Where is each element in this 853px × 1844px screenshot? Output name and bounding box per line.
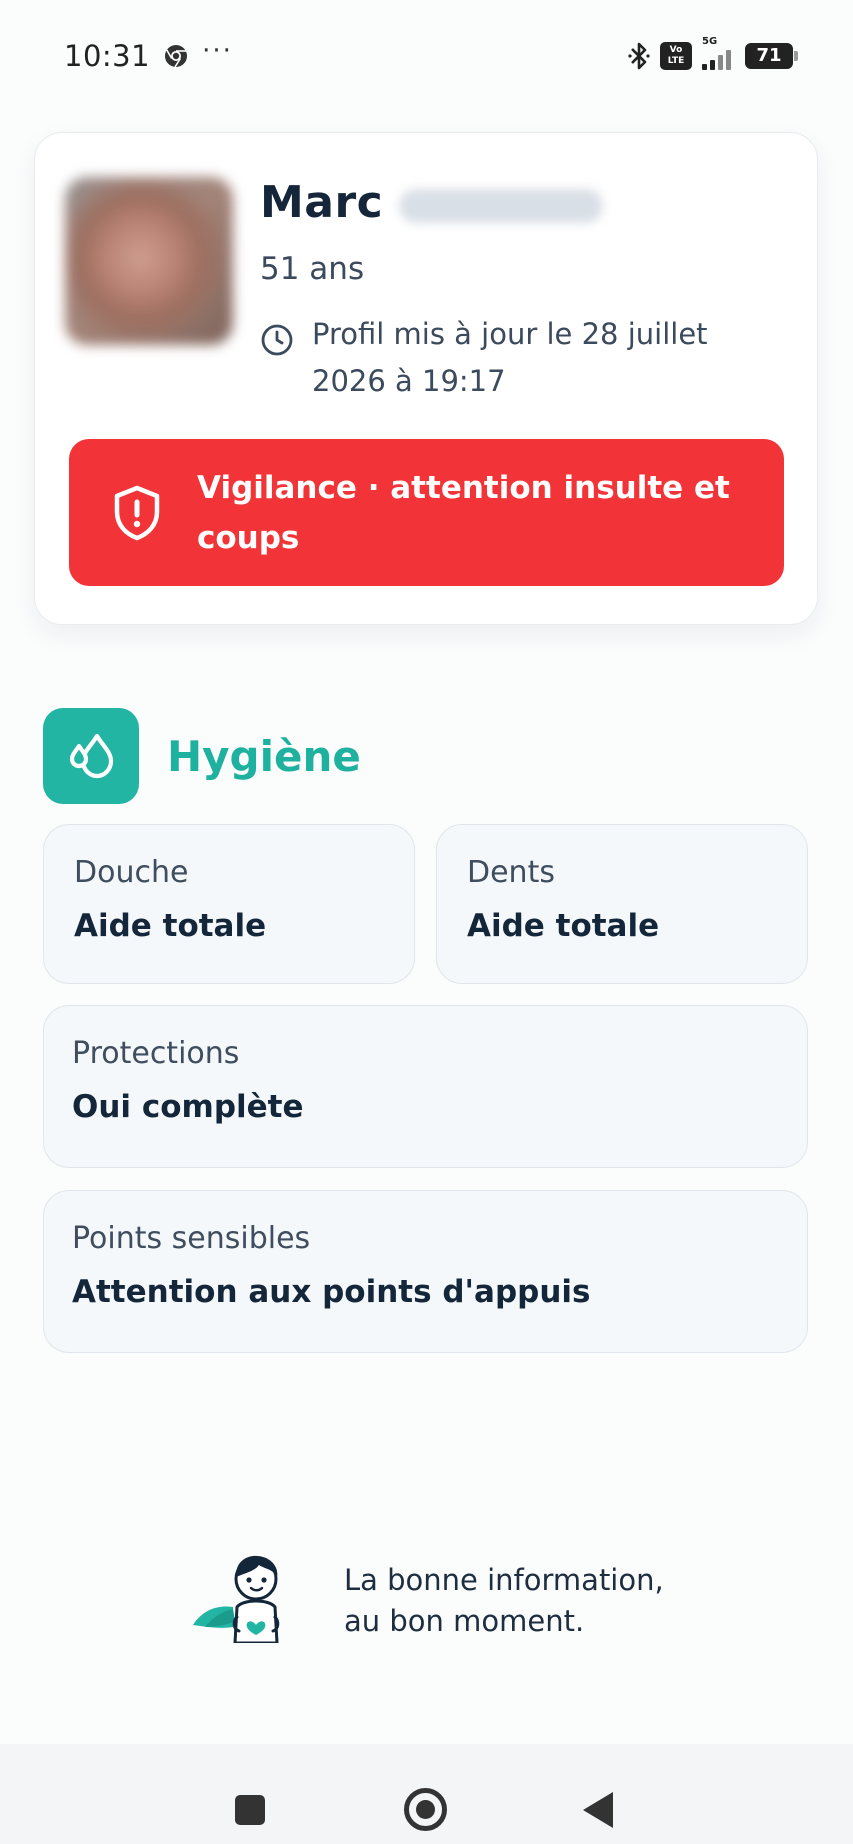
network-type: 5G [702,36,718,47]
hygiene-section-header: Hygiène [43,708,361,804]
screen: 10:31 ··· Vo LTE 5G 71 Marc 51 ans Profi… [0,0,853,1844]
vigilance-alert-text: Vigilance · attention insulte et coups [197,469,730,556]
home-button[interactable] [404,1788,447,1831]
footer-tagline: La bonne information, au bon moment. [344,1560,664,1642]
tile-douche: Douche Aide totale [43,824,415,984]
status-bar: 10:31 ··· Vo LTE 5G 71 [0,0,853,112]
hygiene-section-title: Hygiène [167,731,361,781]
status-right: Vo LTE 5G 71 [628,36,798,71]
shield-alert-icon [114,485,160,540]
status-more-dots: ··· [202,36,233,66]
avatar [65,177,233,345]
profile-age: 51 ans [260,251,365,287]
signal-icon: 5G [702,36,731,70]
tile-protections-value: Oui complète [72,1089,304,1125]
tile-protections-label: Protections [72,1036,240,1071]
status-time: 10:31 [64,39,151,73]
back-button[interactable] [583,1792,613,1828]
recents-button[interactable] [235,1795,265,1825]
profile-surname-redacted [399,188,604,223]
footer-tagline-line2: au bon moment. [344,1604,585,1638]
tile-points-sensibles-label: Points sensibles [72,1221,311,1256]
volte-top: Vo [669,45,683,55]
volte-icon: Vo LTE [660,42,692,70]
navigation-bar [0,1744,853,1844]
profile-card: Marc 51 ans Profil mis à jour le 28 juil… [34,132,818,625]
profile-updated-text: Profil mis à jour le 28 juillet 2026 à 1… [312,317,708,398]
profile-first-name: Marc [260,177,384,228]
tile-dents: Dents Aide totale [436,824,808,984]
clock-icon [261,324,293,356]
tile-douche-value: Aide totale [74,908,267,944]
chrome-icon [165,45,188,68]
tile-dents-value: Aide totale [467,908,660,944]
volte-bottom: LTE [667,56,685,66]
battery-icon: 71 [745,43,798,69]
footer-tagline-line1: La bonne information, [344,1563,664,1597]
superhero-mascot-icon [193,1555,280,1643]
vigilance-alert-banner[interactable]: Vigilance · attention insulte et coups [69,439,784,586]
tile-douche-label: Douche [74,855,189,890]
tile-points-sensibles-value: Attention aux points d'appuis [72,1274,591,1310]
bluetooth-icon [628,42,650,70]
profile-name-row: Marc [260,177,604,228]
profile-updated: Profil mis à jour le 28 juillet 2026 à 1… [260,311,760,405]
tile-dents-label: Dents [467,855,555,890]
status-left: 10:31 ··· [64,36,233,73]
tile-protections: Protections Oui complète [43,1005,808,1168]
tile-points-sensibles: Points sensibles Attention aux points d'… [43,1190,808,1353]
water-drops-icon [43,708,139,804]
